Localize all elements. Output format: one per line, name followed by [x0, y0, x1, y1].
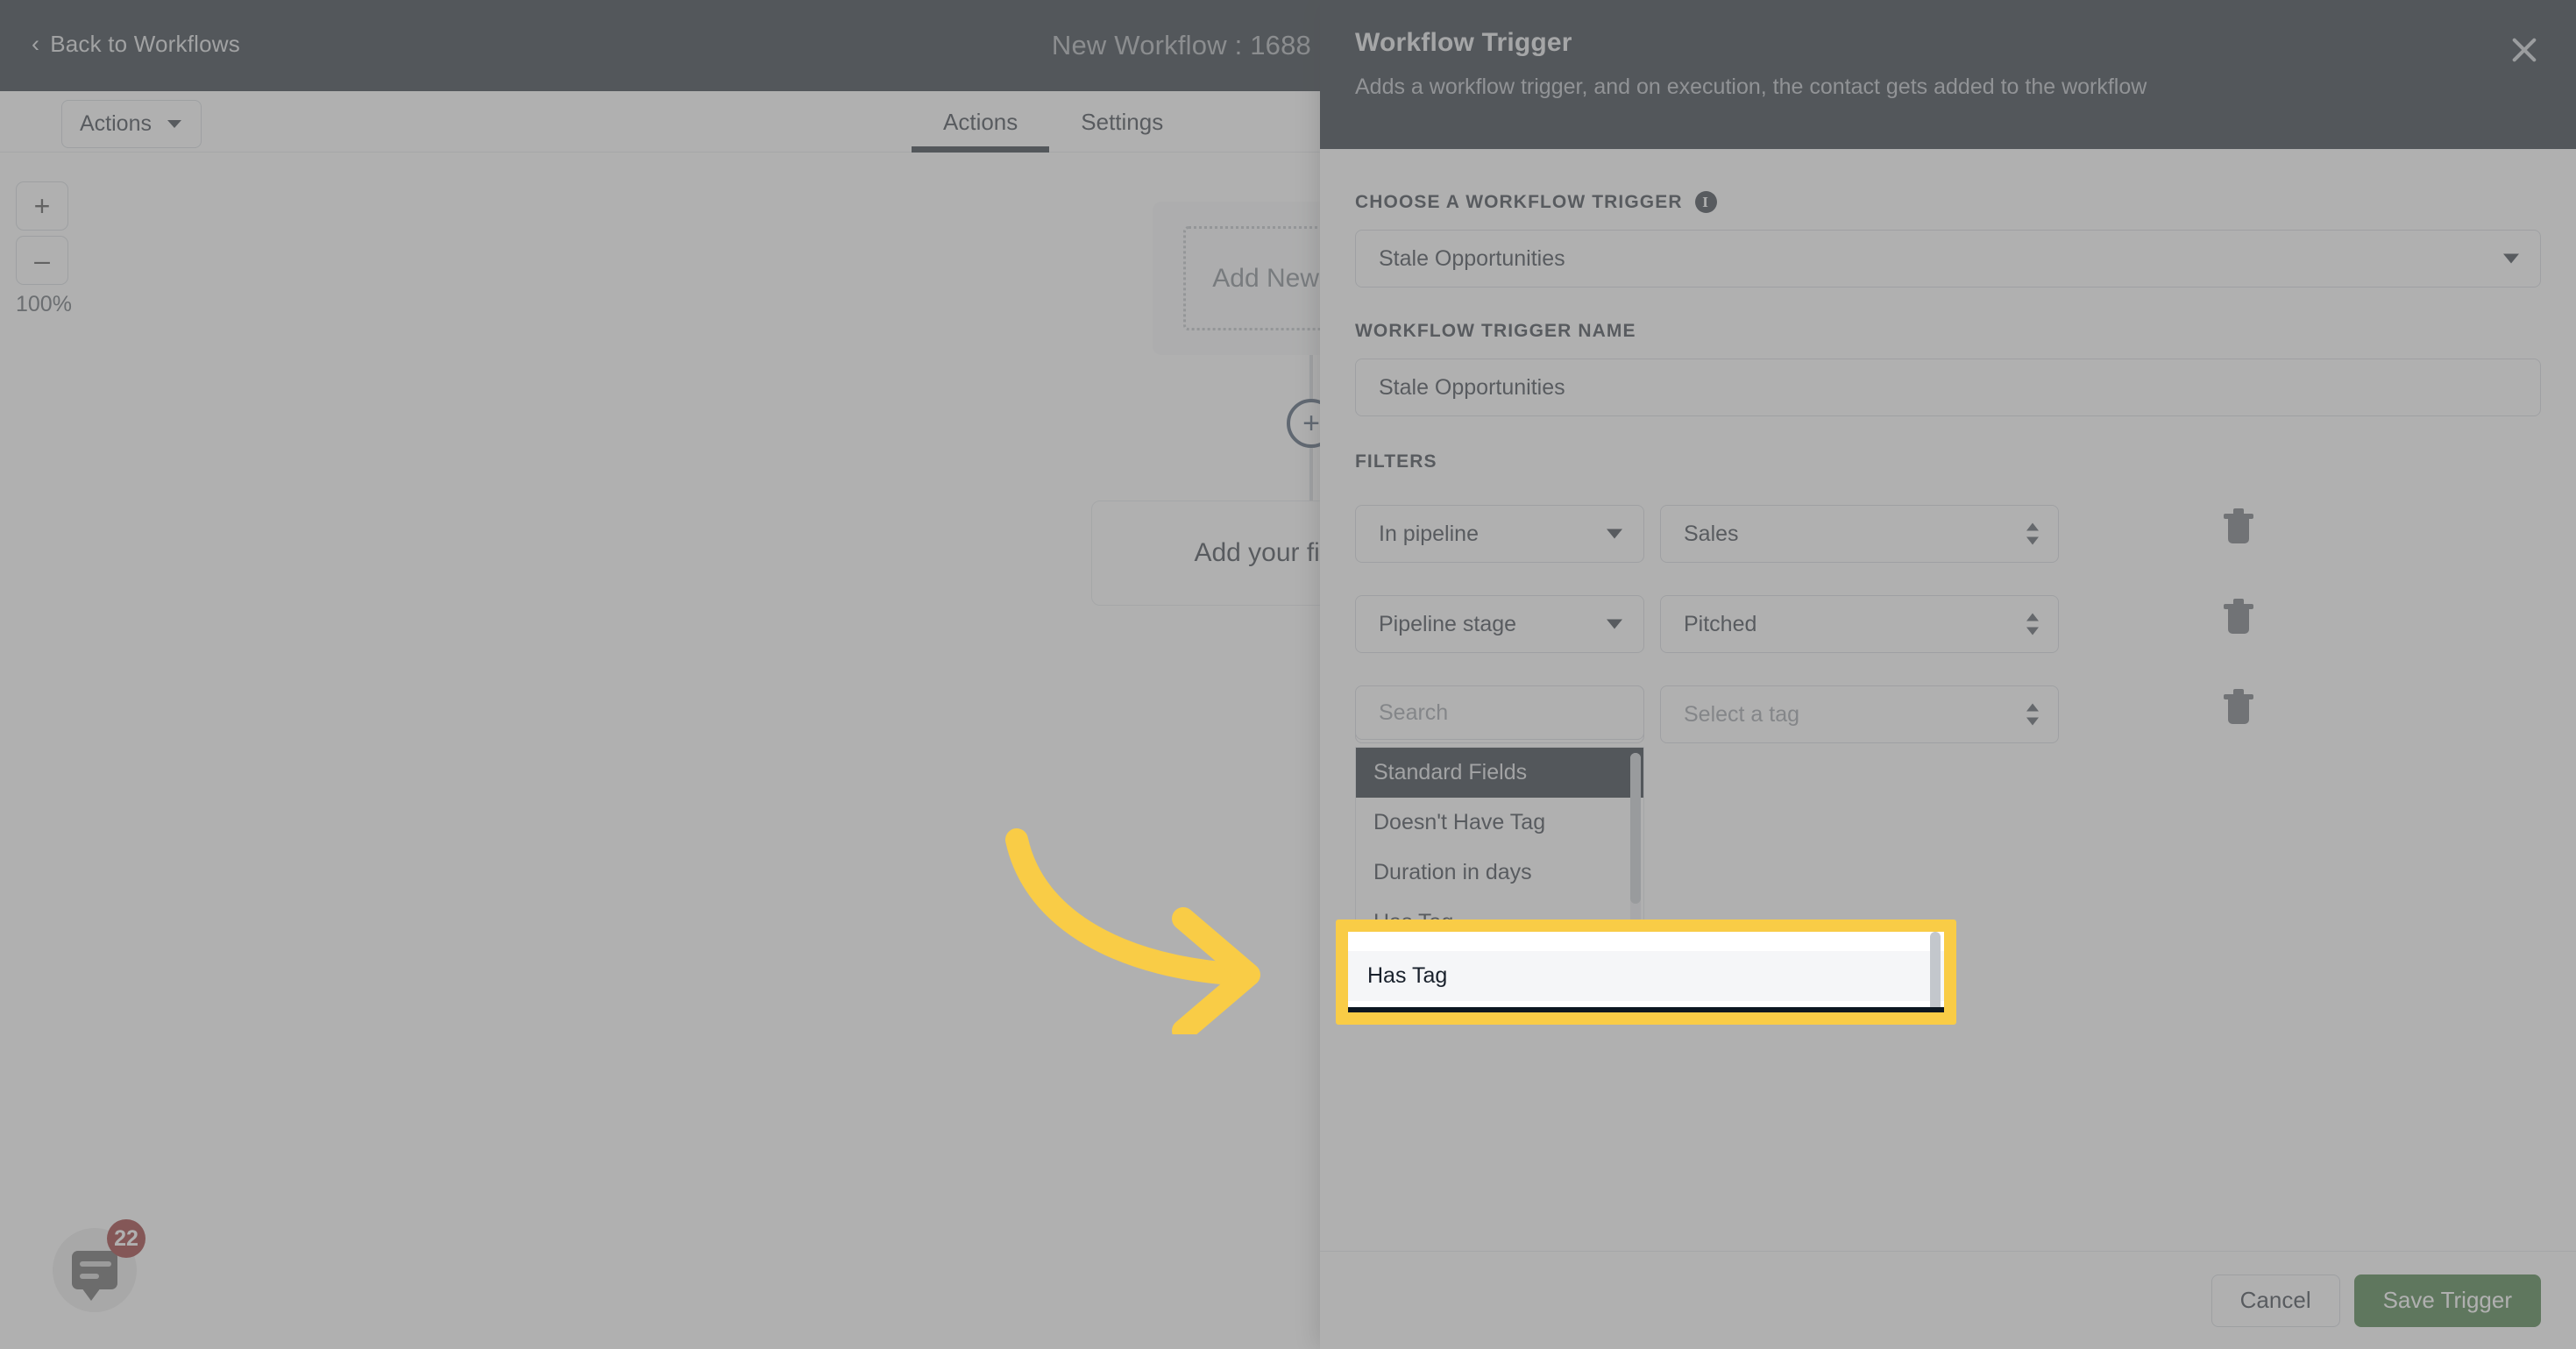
filter-field-select[interactable]: Pipeline stage: [1355, 595, 1644, 653]
save-trigger-button[interactable]: Save Trigger: [2353, 1274, 2541, 1327]
dropdown-option-list[interactable]: Standard Fields Doesn't Have Tag Duratio…: [1355, 747, 1644, 950]
tab-settings-label: Settings: [1081, 108, 1164, 135]
close-icon[interactable]: [2506, 32, 2543, 68]
highlighted-option-label: Has Tag: [1348, 951, 1944, 1001]
zoom-out-button[interactable]: –: [16, 236, 68, 285]
filter-field-value: In pipeline: [1379, 521, 1479, 546]
filter-value-select[interactable]: Select a tag: [1660, 685, 2059, 743]
filter-field-value: Pipeline stage: [1379, 611, 1517, 636]
filter-field-dropdown: Search Standard Fields Doesn't Have Tag …: [1355, 685, 1644, 950]
screen: ‹ Back to Workflows New Workflow : 1688 …: [0, 0, 2576, 1349]
chat-icon-line-1: [80, 1261, 111, 1267]
workflow-canvas[interactable]: + – 100% Add New Trigger + Add your firs…: [0, 153, 1529, 1349]
panel-tabs: Actions Settings: [912, 91, 1195, 153]
panel-subtitle: Adds a workflow trigger, and on executio…: [1355, 75, 2147, 99]
chevron-down-icon: [167, 120, 181, 128]
back-to-workflows-label: Back to Workflows: [50, 31, 240, 57]
trigger-name-value: Stale Opportunities: [1379, 374, 1565, 400]
connector-line-bottom: [1309, 448, 1313, 501]
choose-trigger-label: Choose a workflow trigger i: [1355, 191, 2541, 213]
panel-body: Choose a workflow trigger i Stale Opport…: [1320, 149, 2576, 1251]
workflow-trigger-panel: Workflow Trigger Adds a workflow trigger…: [1320, 0, 2576, 1349]
back-to-workflows-link[interactable]: ‹ Back to Workflows: [32, 31, 240, 58]
dropdown-scrollbar[interactable]: [1630, 753, 1641, 946]
cancel-button[interactable]: Cancel: [2211, 1274, 2340, 1327]
delete-filter-icon[interactable]: [2224, 598, 2253, 634]
stepper-icon: [2026, 613, 2039, 635]
trigger-name-label: Workflow trigger name: [1355, 321, 1636, 341]
filter-value-select[interactable]: Pitched: [1660, 595, 2059, 653]
panel-title: Workflow Trigger: [1355, 28, 1572, 57]
top-bar: ‹ Back to Workflows New Workflow : 1688: [0, 0, 1320, 91]
chat-icon: [72, 1251, 117, 1301]
tab-settings[interactable]: Settings: [1049, 91, 1195, 153]
filter-value-text: Select a tag: [1684, 701, 1800, 727]
trigger-name-input[interactable]: Stale Opportunities: [1355, 359, 2541, 416]
tab-actions-label: Actions: [943, 108, 1018, 135]
actions-dropdown-label: Actions: [80, 111, 152, 136]
choose-trigger-select[interactable]: Stale Opportunities: [1355, 230, 2541, 288]
chevron-left-icon: ‹: [32, 31, 40, 57]
filter-field-select[interactable]: In pipeline: [1355, 505, 1644, 563]
filter-value-select[interactable]: Sales: [1660, 505, 2059, 563]
chevron-down-icon: [1607, 619, 1622, 629]
dropdown-group-divider: [1348, 1007, 1944, 1012]
delete-filter-icon[interactable]: [2224, 508, 2253, 543]
filter-row: Pipeline stage Pitched: [1355, 579, 2541, 653]
chat-unread-badge: 22: [107, 1219, 145, 1258]
actions-dropdown-button[interactable]: Actions: [61, 100, 202, 148]
choose-trigger-label-text: Choose a workflow trigger: [1355, 191, 1683, 212]
workflow-builder-app: ‹ Back to Workflows New Workflow : 1688 …: [0, 0, 1529, 1349]
highlighted-dropdown-item-has-tag[interactable]: Has Tag: [1348, 932, 1944, 1012]
chat-icon-line-2: [80, 1274, 99, 1279]
delete-filter-icon[interactable]: [2224, 688, 2253, 724]
zoom-controls: + – 100%: [16, 181, 77, 317]
panel-header: Workflow Trigger Adds a workflow trigger…: [1320, 0, 2576, 149]
choose-trigger-value: Stale Opportunities: [1379, 245, 1565, 271]
dropdown-search-input[interactable]: Search: [1355, 685, 1644, 740]
stepper-icon: [2026, 522, 2039, 545]
info-icon[interactable]: i: [1694, 191, 1717, 213]
connector-line-top: [1309, 355, 1313, 403]
dropdown-item-doesnt-have-tag[interactable]: Doesn't Have Tag: [1356, 798, 1643, 848]
support-chat-button[interactable]: 22: [53, 1219, 145, 1312]
dropdown-scrollbar-thumb[interactable]: [1930, 932, 1941, 1012]
filter-value-text: Pitched: [1684, 611, 1757, 636]
chevron-down-icon: [2503, 253, 2519, 264]
dropdown-group-standard-fields: Standard Fields: [1356, 748, 1643, 798]
chevron-down-icon: [1607, 529, 1622, 539]
dropdown-item-duration-in-days[interactable]: Duration in days: [1356, 848, 1643, 898]
panel-footer: Cancel Save Trigger: [1320, 1251, 2576, 1349]
zoom-level-label: 100%: [16, 292, 72, 316]
filter-value-text: Sales: [1684, 521, 1739, 546]
filter-row: In pipeline Sales: [1355, 488, 2541, 563]
stepper-icon: [2026, 703, 2039, 726]
tab-actions[interactable]: Actions: [912, 91, 1050, 153]
filters-label: Filters: [1355, 451, 1437, 472]
zoom-in-button[interactable]: +: [16, 181, 68, 231]
